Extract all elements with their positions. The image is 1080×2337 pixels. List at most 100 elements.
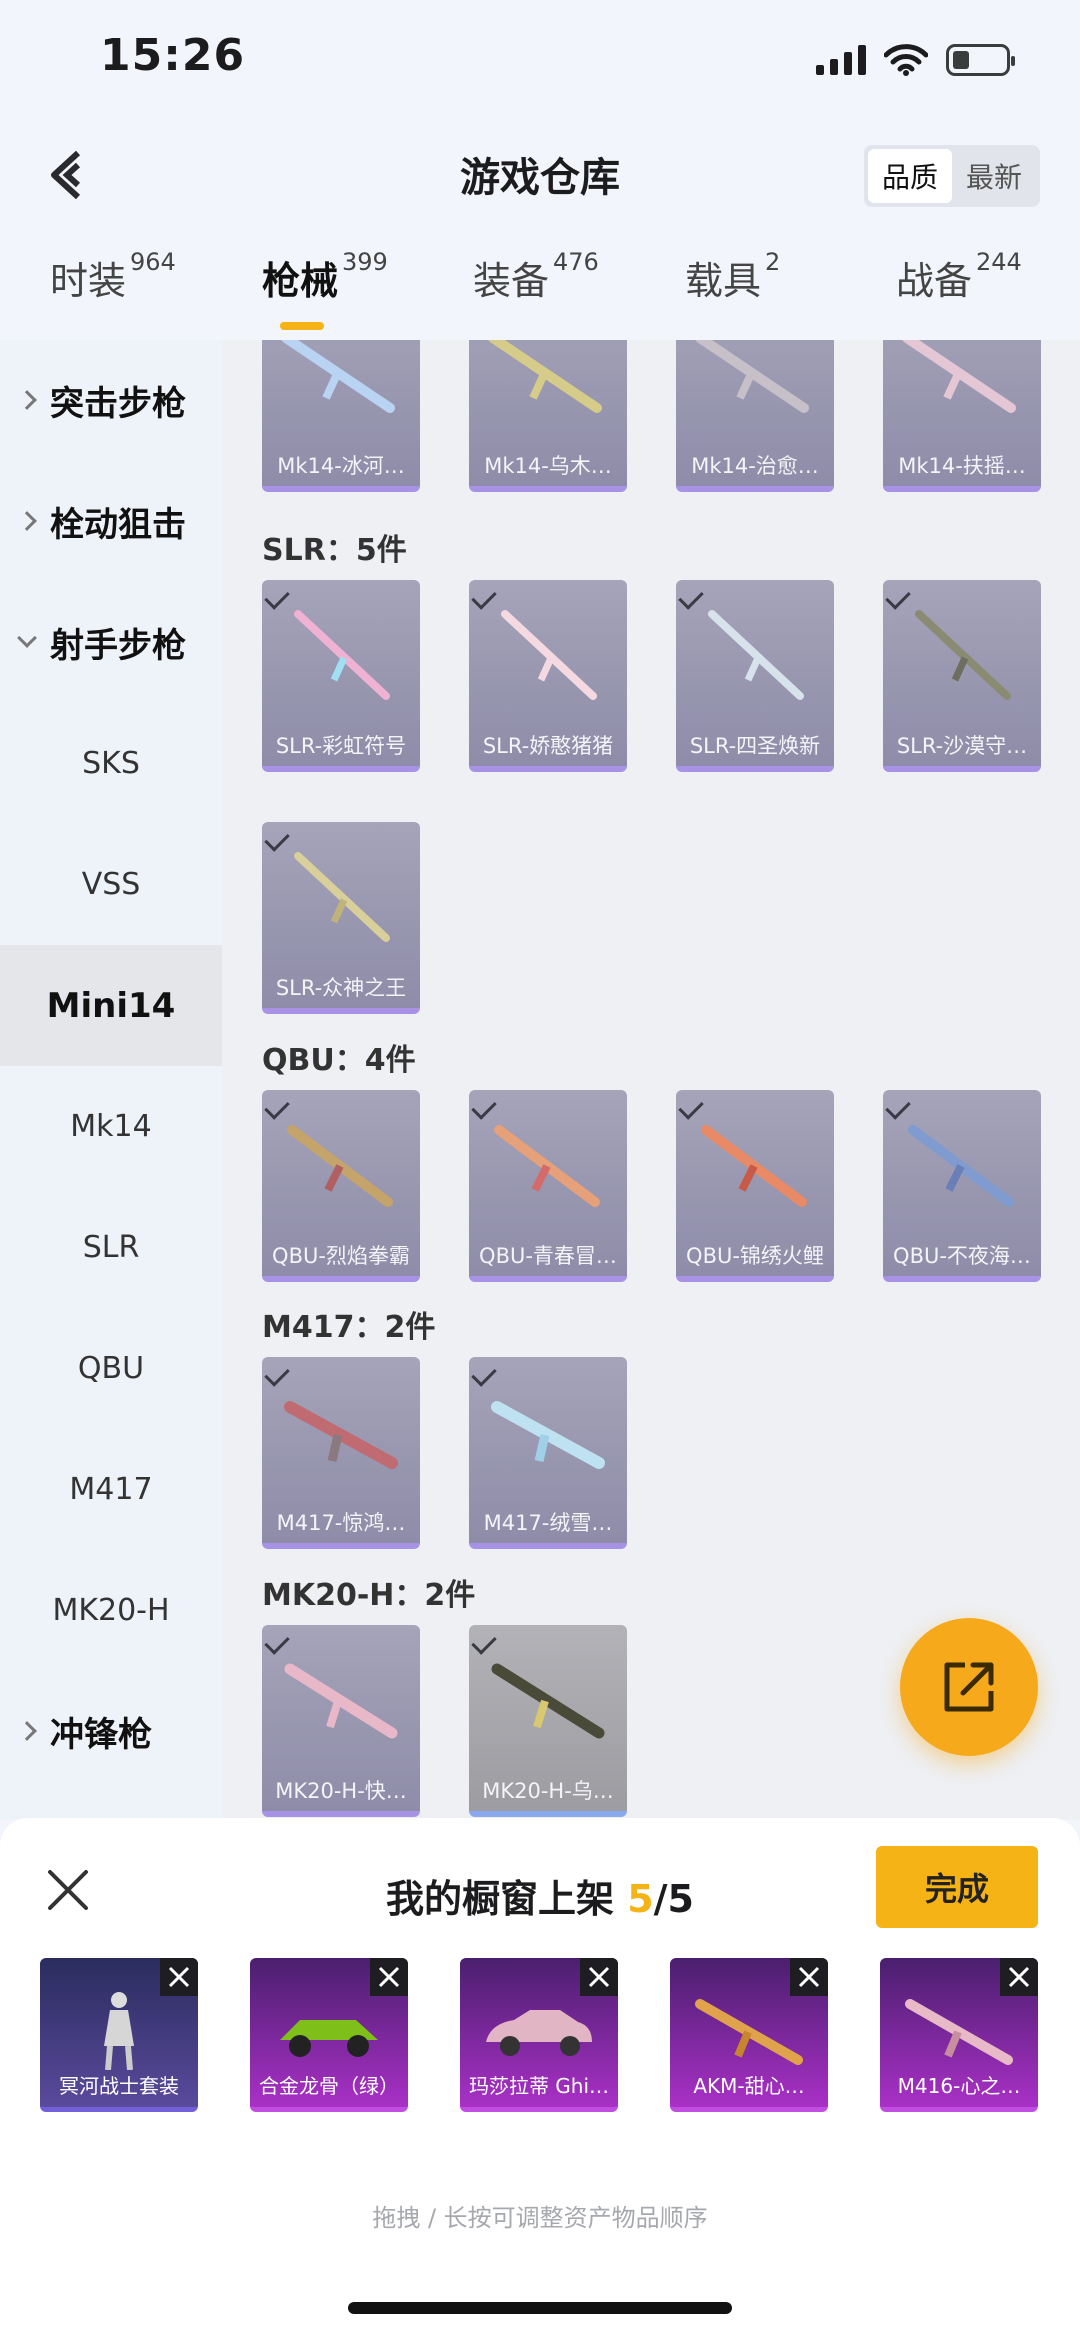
rifle-icon — [284, 1401, 398, 1469]
shelf-item-name: AKM-甜心… — [693, 2074, 805, 2098]
shelf-item[interactable]: AKM-甜心… — [670, 1958, 828, 2112]
sidebar-item-qbu[interactable]: QBU — [0, 1308, 222, 1429]
item-name: SLR-四圣焕新 — [689, 734, 821, 758]
sort-newest-option[interactable]: 最新 — [952, 149, 1036, 203]
status-icons — [816, 44, 1015, 76]
item-name: Mk14-扶摇… — [898, 454, 1026, 478]
reorder-hint: 拖拽 / 长按可调整资产物品顺序 — [372, 2204, 708, 2232]
shelf-item-name: M416-心之… — [897, 2074, 1021, 2098]
item-card[interactable]: SLR-众神之王 — [262, 822, 420, 1014]
rifle-icon — [905, 1999, 1013, 2065]
sidebar-item-marksman-rifle[interactable]: 射手步枪 — [0, 582, 222, 703]
sort-quality-option[interactable]: 品质 — [868, 149, 952, 203]
item-name: SLR-娇憨猪猪 — [482, 734, 614, 758]
rifle-icon — [491, 1663, 605, 1739]
item-name: QBU-锦绣火鲤 — [686, 1244, 824, 1268]
sidebar-item-smg[interactable]: 冲锋枪 — [0, 1671, 222, 1792]
item-card[interactable]: QBU-锦绣火鲤 — [676, 1090, 834, 1282]
item-name: QBU-不夜海… — [893, 1244, 1031, 1268]
sidebar-item-slr[interactable]: SLR — [0, 1187, 222, 1308]
rifle-icon — [284, 1663, 398, 1739]
item-card[interactable]: Mk14-冰河… — [262, 340, 420, 492]
sidebar-item-vss[interactable]: VSS — [0, 824, 222, 945]
sidebar-item-mini14[interactable]: Mini14 — [0, 945, 222, 1066]
rifle-icon — [915, 610, 1011, 700]
home-indicator — [348, 2302, 732, 2314]
rifle-icon — [695, 340, 809, 413]
remove-icon[interactable] — [790, 1958, 828, 1996]
chevron-down-icon — [17, 627, 37, 648]
rifle-icon — [294, 610, 390, 700]
item-name: SLR-众神之王 — [275, 976, 407, 1000]
item-card[interactable]: M417-惊鸿… — [262, 1357, 420, 1549]
rifle-icon — [488, 340, 602, 413]
item-card[interactable]: QBU-不夜海… — [883, 1090, 1041, 1282]
rifle-icon — [708, 610, 804, 700]
item-name: M417-惊鸿… — [276, 1511, 406, 1535]
section-label-mk20h: MK20-H：2件 — [262, 1578, 476, 1613]
tab-supplies[interactable]: 战备 244 — [896, 248, 1022, 305]
showcase-count: 5 — [627, 1877, 654, 1921]
rifle-icon — [281, 340, 395, 413]
item-card[interactable]: Mk14-扶摇… — [883, 340, 1041, 492]
rifle-icon — [695, 1999, 803, 2065]
section-label-qbu: QBU：4件 — [262, 1043, 416, 1078]
shelf-item-name: 玛莎拉蒂 Ghi… — [468, 2074, 610, 2098]
rifle-icon — [501, 610, 597, 700]
item-card[interactable]: MK20-H-乌… — [469, 1625, 627, 1817]
item-card[interactable]: Mk14-治愈… — [676, 340, 834, 492]
item-card[interactable]: SLR-娇憨猪猪 — [469, 580, 627, 772]
tab-vehicles[interactable]: 载具 2 — [685, 248, 780, 305]
wifi-icon — [884, 44, 928, 76]
header: 游戏仓库 品质 最新 — [0, 125, 1080, 225]
outfit-icon — [104, 1992, 134, 2070]
shelf-item[interactable]: 合金龙骨（绿） — [250, 1958, 408, 2112]
chevron-right-icon — [17, 510, 37, 531]
sidebar-item-mk20h[interactable]: MK20-H — [0, 1550, 222, 1671]
share-icon — [944, 1662, 994, 1712]
item-card[interactable]: QBU-烈焰拳霸 — [262, 1090, 420, 1282]
sidebar-item-bolt-sniper[interactable]: 栓动狙击 — [0, 461, 222, 582]
showcase-shelf: 冥河战士套装 合金龙骨（绿） 玛莎拉蒂 Ghi… AKM-甜心… M416-心之… — [40, 1958, 1040, 2112]
item-card[interactable]: SLR-彩虹符号 — [262, 580, 420, 772]
remove-icon[interactable] — [370, 1958, 408, 1996]
item-name: M417-绒雪… — [483, 1511, 613, 1535]
sidebar-item-mk14[interactable]: Mk14 — [0, 1066, 222, 1187]
vehicle-icon — [280, 2020, 378, 2057]
rifle-icon — [491, 1401, 605, 1469]
item-name: SLR-彩虹符号 — [275, 734, 407, 758]
remove-icon[interactable] — [1000, 1958, 1038, 1996]
item-card[interactable]: Mk14-乌木… — [469, 340, 627, 492]
remove-icon[interactable] — [160, 1958, 198, 1996]
sidebar-item-m417[interactable]: M417 — [0, 1429, 222, 1550]
shelf-item[interactable]: 冥河战士套装 — [40, 1958, 198, 2112]
item-name: SLR-沙漠守… — [896, 734, 1028, 758]
shelf-item[interactable]: M416-心之… — [880, 1958, 1038, 2112]
showcase-sheet: 我的橱窗上架 5/5 完成 冥河战士套装 合金龙骨（绿） 玛莎拉蒂 Ghi… A… — [0, 1818, 1080, 2337]
share-button[interactable] — [900, 1618, 1038, 1756]
shelf-item-name: 冥河战士套装 — [59, 2074, 179, 2098]
item-grid: Mk14-冰河… Mk14-乌木… Mk14-治愈… Mk14-扶摇… SLR：… — [222, 340, 1080, 1820]
sidebar-item-assault-rifle[interactable]: 突击步枪 — [0, 340, 222, 461]
category-tabs: 时装 964 枪械 399 装备 476 载具 2 战备 244 — [0, 248, 1080, 330]
rifle-icon — [701, 1125, 807, 1207]
item-card[interactable]: SLR-沙漠守… — [883, 580, 1041, 772]
done-button[interactable]: 完成 — [876, 1846, 1038, 1928]
item-name: MK20-H-乌… — [482, 1779, 614, 1803]
chevron-right-icon — [17, 389, 37, 410]
tab-weapons[interactable]: 枪械 399 — [262, 248, 388, 305]
remove-icon[interactable] — [580, 1958, 618, 1996]
item-card[interactable]: M417-绒雪… — [469, 1357, 627, 1549]
sidebar-item-sks[interactable]: SKS — [0, 703, 222, 824]
chevron-right-icon — [17, 1720, 37, 1741]
item-card[interactable]: MK20-H-快… — [262, 1625, 420, 1817]
shelf-item[interactable]: 玛莎拉蒂 Ghi… — [460, 1958, 618, 2112]
item-card[interactable]: QBU-青春冒… — [469, 1090, 627, 1282]
item-name: QBU-青春冒… — [479, 1244, 617, 1268]
tab-outfits[interactable]: 时装 964 — [50, 248, 176, 305]
rifle-icon — [287, 1125, 393, 1207]
item-card[interactable]: SLR-四圣焕新 — [676, 580, 834, 772]
shelf-item-name: 合金龙骨（绿） — [259, 2074, 399, 2098]
tab-equipment[interactable]: 装备 476 — [473, 248, 599, 305]
sort-toggle: 品质 最新 — [864, 145, 1040, 207]
